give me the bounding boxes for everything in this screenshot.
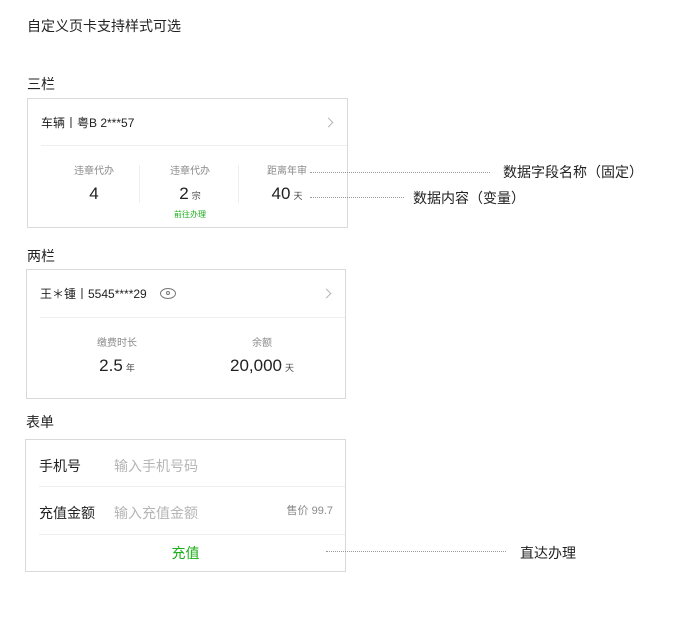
leader-line-direct-action	[326, 551, 506, 552]
annotation-direct-action: 直达办理	[520, 545, 576, 561]
go-handle-link[interactable]: 前往办理	[138, 210, 242, 220]
stat-value: 2.5 年	[57, 356, 177, 378]
phone-row: 手机号	[26, 443, 345, 489]
stat-unit: 年	[125, 363, 135, 373]
annotation-field-content: 数据内容（变量）	[413, 190, 525, 206]
stat-label: 违章代办	[170, 166, 210, 177]
section-label-two-col: 两栏	[27, 248, 55, 264]
stat-payment-duration: 缴费时长 2.5 年	[57, 338, 177, 378]
chevron-right-icon[interactable]	[323, 117, 334, 128]
chevron-right-icon[interactable]	[321, 288, 332, 299]
stat-value: 2宗	[138, 184, 242, 206]
leader-line-field-name	[310, 172, 490, 173]
stat-balance: 余额 20,000 天	[202, 338, 322, 378]
recharge-button[interactable]: 充值	[26, 534, 345, 572]
section-label-form: 表单	[26, 414, 54, 430]
form-card: 手机号 充值金额 售价 99.7 充值	[25, 439, 346, 572]
annotation-field-name: 数据字段名称（固定）	[503, 164, 643, 180]
amount-label: 充值金额	[39, 505, 95, 521]
stat-violation-cases: 违章代办 2宗 前往办理	[138, 166, 242, 220]
section-label-three-col: 三栏	[27, 76, 55, 92]
stat-unit: 天	[293, 191, 303, 201]
stat-number: 2.5	[99, 356, 123, 375]
stat-value: 4	[42, 184, 146, 204]
stat-number: 2	[179, 184, 189, 203]
two-col-card: 王＊锺丨5545****29 缴费时长 2.5 年 余额 20,000 天	[26, 269, 346, 399]
phone-label: 手机号	[39, 458, 81, 474]
form-divider	[39, 486, 345, 487]
stat-unit: 宗	[191, 191, 201, 201]
card-divider	[41, 145, 347, 146]
page-title: 自定义页卡支持样式可选	[27, 18, 181, 34]
three-col-card: 车辆丨粤B 2***57 违章代办 4 违章代办 2宗 前往办理 距离年审 40…	[27, 98, 348, 228]
stat-label: 违章代办	[74, 166, 114, 177]
price-note: 售价 99.7	[286, 505, 333, 517]
stat-value: 40 天	[235, 184, 339, 206]
stat-violation-count: 违章代办 4	[42, 166, 146, 204]
leader-line-field-content	[310, 197, 404, 198]
vehicle-plate-text: 车辆丨粤B 2***57	[41, 115, 135, 130]
stat-number: 40	[271, 184, 291, 203]
three-col-card-header[interactable]: 车辆丨粤B 2***57	[28, 99, 347, 145]
stat-label: 缴费时长	[97, 338, 137, 349]
amount-input[interactable]	[114, 500, 264, 526]
stat-number: 4	[89, 184, 99, 203]
phone-input[interactable]	[114, 453, 264, 479]
amount-row: 充值金额 售价 99.7	[26, 490, 345, 536]
card-divider	[40, 317, 345, 318]
eye-icon[interactable]	[159, 287, 176, 299]
stat-unit: 天	[284, 363, 294, 373]
account-id-text: 王＊锺丨5545****29	[40, 286, 147, 301]
two-col-card-header[interactable]: 王＊锺丨5545****29	[27, 270, 345, 316]
stat-value: 20,000 天	[202, 356, 322, 378]
stat-number: 20,000	[229, 356, 282, 375]
stat-label: 余额	[252, 338, 272, 349]
